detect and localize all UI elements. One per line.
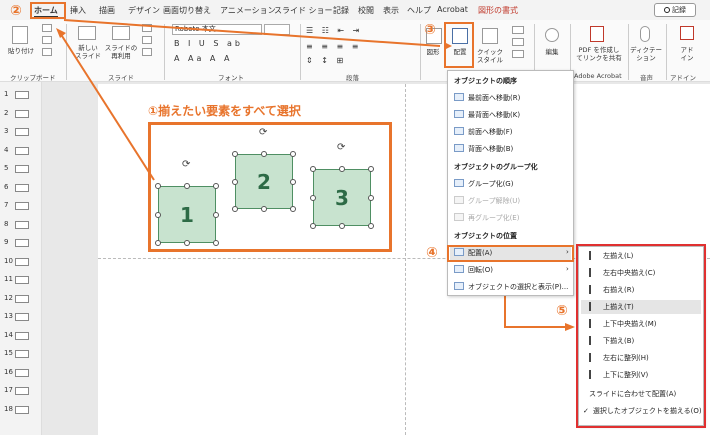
menu-item-rotate[interactable]: 回転(O) xyxy=(454,265,493,275)
regroup-icon xyxy=(454,213,464,221)
ungroup-icon xyxy=(454,196,464,204)
send-back-icon xyxy=(454,110,464,118)
arrow-to-home-tab xyxy=(61,35,155,181)
menu-item-send-backward[interactable]: 背面へ移動(B) xyxy=(454,144,513,154)
menu-item-ungroup: グループ解除(U) xyxy=(454,196,520,206)
menu-item-bring-to-front[interactable]: 最前面へ移動(R) xyxy=(454,93,520,103)
menu-item-bring-forward[interactable]: 前面へ移動(F) xyxy=(454,127,513,137)
rotate-icon xyxy=(454,265,464,273)
align-item-highlight xyxy=(447,245,574,262)
menu-item-send-to-back[interactable]: 最背面へ移動(K) xyxy=(454,110,520,120)
selection-pane-icon xyxy=(454,282,464,290)
align-submenu-highlight xyxy=(576,244,706,428)
bring-forward-icon xyxy=(454,127,464,135)
arrow-to-arrange xyxy=(63,19,441,47)
menu-item-group[interactable]: グループ化(G) xyxy=(454,179,513,189)
menu-header-group: オブジェクトのグループ化 xyxy=(454,163,538,171)
menu-header-position: オブジェクトの位置 xyxy=(454,232,517,240)
callout-5: ⑤ xyxy=(556,303,568,319)
group-icon xyxy=(454,179,464,187)
submenu-chevron-icon: › xyxy=(566,265,569,273)
menu-item-regroup: 再グループ化(E) xyxy=(454,213,519,223)
menu-item-selection-pane[interactable]: オブジェクトの選択と表示(P)... xyxy=(454,282,568,292)
arrange-dropdown-menu: オブジェクトの順序 最前面へ移動(R) 最背面へ移動(K) 前面へ移動(F) 背… xyxy=(447,70,574,296)
callout-4: ④ xyxy=(426,245,438,261)
send-backward-icon xyxy=(454,144,464,152)
menu-header-order: オブジェクトの順序 xyxy=(454,77,517,85)
bring-front-icon xyxy=(454,93,464,101)
